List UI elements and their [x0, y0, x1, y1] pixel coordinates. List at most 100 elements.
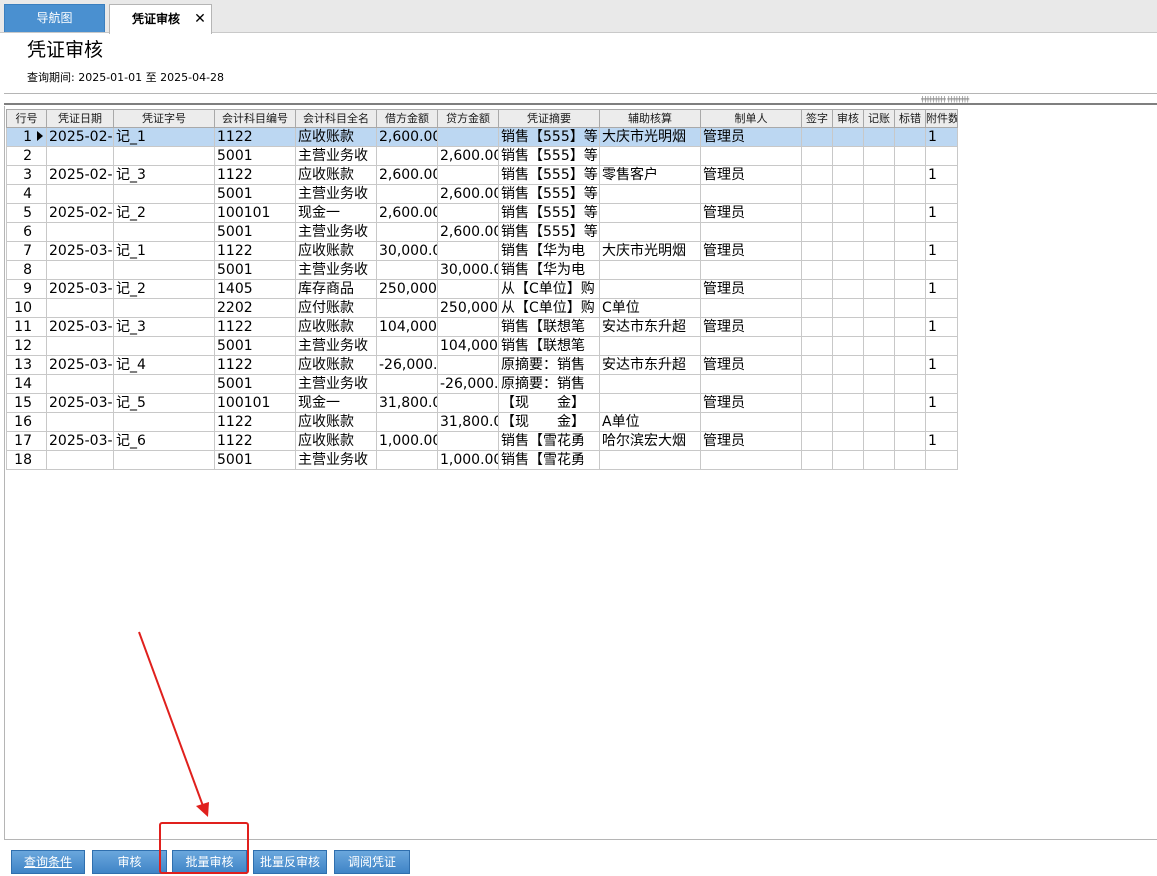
grid-cell[interactable]: 销售【华为电: [498, 260, 600, 280]
grid-cell[interactable]: 1,000.00: [376, 431, 438, 451]
table-row[interactable]: 132025-03-记_41122应收账款-26,000.00 原摘要：销售安达市…: [6, 355, 958, 375]
grid-cell[interactable]: [437, 127, 499, 147]
grid-cell[interactable]: 1122: [214, 355, 296, 375]
grid-cell[interactable]: 记_2: [113, 279, 215, 299]
row-number[interactable]: 3: [6, 165, 47, 185]
grid-cell[interactable]: [376, 450, 438, 470]
grid-cell[interactable]: [863, 260, 895, 280]
grid-cell[interactable]: 记_3: [113, 317, 215, 337]
grid-cell[interactable]: [700, 374, 802, 394]
grid-cell[interactable]: [437, 241, 499, 261]
grid-cell[interactable]: [863, 431, 895, 451]
grid-cell[interactable]: 2,600.00: [376, 127, 438, 147]
row-number[interactable]: 11: [6, 317, 47, 337]
table-row[interactable]: 4 5001 主营业务收 2,600.00 销售【555】等: [6, 184, 958, 204]
table-row[interactable]: 14 5001主营业务收 -26,000.00原摘要：销售: [6, 374, 958, 394]
grid-cell[interactable]: 31,800.00: [437, 412, 499, 432]
column-header[interactable]: 标错: [894, 109, 926, 128]
table-row[interactable]: 3 2025-02- 记_3 1122 应收账款 2,600.00 销售【555】等 零售客户…: [6, 165, 958, 185]
grid-cell[interactable]: 销售【华为电: [498, 241, 600, 261]
grid-cell[interactable]: 应收账款: [295, 317, 377, 337]
column-header[interactable]: 附件数: [925, 109, 958, 128]
grid-cell[interactable]: [113, 260, 215, 280]
column-header[interactable]: 制单人: [700, 109, 802, 128]
grid-cell[interactable]: 主营业务收: [295, 260, 377, 280]
grid-cell[interactable]: [925, 450, 958, 470]
grid-cell[interactable]: [801, 412, 833, 432]
grid-cell[interactable]: 安达市东升超: [599, 317, 701, 337]
grid-cell[interactable]: 【现 金】: [498, 393, 600, 413]
grid-cell[interactable]: 1405: [214, 279, 296, 299]
row-number[interactable]: 6: [6, 222, 47, 242]
grid-cell[interactable]: 销售【雪花勇: [498, 450, 600, 470]
grid-cell[interactable]: 现金一: [295, 393, 377, 413]
row-number[interactable]: 9: [6, 279, 47, 299]
grid-cell[interactable]: 1122: [214, 317, 296, 337]
grid-cell[interactable]: [376, 184, 438, 204]
grid-cell[interactable]: [801, 127, 833, 147]
grid-cell[interactable]: 原摘要：销售: [498, 355, 600, 375]
column-header[interactable]: 签字: [801, 109, 833, 128]
row-number[interactable]: 5: [6, 203, 47, 223]
grid-cell[interactable]: [863, 336, 895, 356]
column-header[interactable]: 贷方金额: [437, 109, 499, 128]
grid-cell[interactable]: 2,600.00: [376, 203, 438, 223]
grid-cell[interactable]: [925, 374, 958, 394]
grid-cell[interactable]: 应付账款: [295, 298, 377, 318]
grid-cell[interactable]: [599, 374, 701, 394]
grid-cell[interactable]: [376, 336, 438, 356]
grid-cell[interactable]: [863, 279, 895, 299]
grid-cell[interactable]: 2025-03-: [46, 241, 114, 261]
grid-cell[interactable]: [599, 146, 701, 166]
table-row[interactable]: 92025-03-记_21405库存商品250,000.00 从【C单位】购 管理员…: [6, 279, 958, 299]
table-row[interactable]: 6 5001 主营业务收 2,600.00 销售【555】等: [6, 222, 958, 242]
grid-cell[interactable]: [46, 450, 114, 470]
grid-cell[interactable]: 管理员: [700, 241, 802, 261]
column-header[interactable]: 行号: [6, 109, 47, 128]
grid-cell[interactable]: 管理员: [700, 355, 802, 375]
grid-cell[interactable]: [437, 165, 499, 185]
table-row[interactable]: 8 5001主营业务收 30,000.00销售【华为电: [6, 260, 958, 280]
grid-cell[interactable]: 主营业务收: [295, 374, 377, 394]
grid-cell[interactable]: 应收账款: [295, 127, 377, 147]
grid-cell[interactable]: [46, 374, 114, 394]
grid-cell[interactable]: [832, 241, 864, 261]
grid-cell[interactable]: [113, 336, 215, 356]
column-header[interactable]: 审核: [832, 109, 864, 128]
grid-cell[interactable]: 哈尔滨宏大烟: [599, 431, 701, 451]
grid-cell[interactable]: [894, 374, 926, 394]
grid-cell[interactable]: 主营业务收: [295, 450, 377, 470]
grid-cell[interactable]: [925, 184, 958, 204]
grid-cell[interactable]: 应收账款: [295, 165, 377, 185]
row-number[interactable]: 10: [6, 298, 47, 318]
grid-cell[interactable]: [700, 412, 802, 432]
grid-cell[interactable]: 5001: [214, 184, 296, 204]
table-row[interactable]: 10 2202应付账款 250,000.00从【C单位】购C单位: [6, 298, 958, 318]
grid-cell[interactable]: 1: [925, 393, 958, 413]
grid-cell[interactable]: 5001: [214, 260, 296, 280]
grid-cell[interactable]: [832, 203, 864, 223]
grid-cell[interactable]: 从【C单位】购: [498, 298, 600, 318]
grid-cell[interactable]: 1: [925, 127, 958, 147]
grid-cell[interactable]: 1: [925, 203, 958, 223]
grid-cell[interactable]: [863, 374, 895, 394]
grid-cell[interactable]: [376, 146, 438, 166]
grid-cell[interactable]: [113, 374, 215, 394]
grid-cell[interactable]: [863, 355, 895, 375]
table-row[interactable]: 72025-03-记_11122应收账款30,000.00 销售【华为电大庆市光明…: [6, 241, 958, 261]
grid-cell[interactable]: [113, 184, 215, 204]
grid-cell[interactable]: 记_1: [113, 241, 215, 261]
grid-cell[interactable]: 5001: [214, 222, 296, 242]
grid-cell[interactable]: [832, 374, 864, 394]
grid-cell[interactable]: [700, 298, 802, 318]
grid-cell[interactable]: 管理员: [700, 431, 802, 451]
grid-cell[interactable]: 1: [925, 279, 958, 299]
grid-cell[interactable]: 1122: [214, 127, 296, 147]
table-row[interactable]: 12 5001主营业务收 104,000.00销售【联想笔: [6, 336, 958, 356]
grid-cell[interactable]: 销售【555】等: [498, 146, 600, 166]
grid-cell[interactable]: [599, 203, 701, 223]
column-header[interactable]: 记账: [863, 109, 895, 128]
grid-cell[interactable]: 5001: [214, 450, 296, 470]
grid-cell[interactable]: [832, 165, 864, 185]
table-row[interactable]: 5 2025-02- 记_2 100101 现金一 2,600.00 销售【555】等 管理员…: [6, 203, 958, 223]
